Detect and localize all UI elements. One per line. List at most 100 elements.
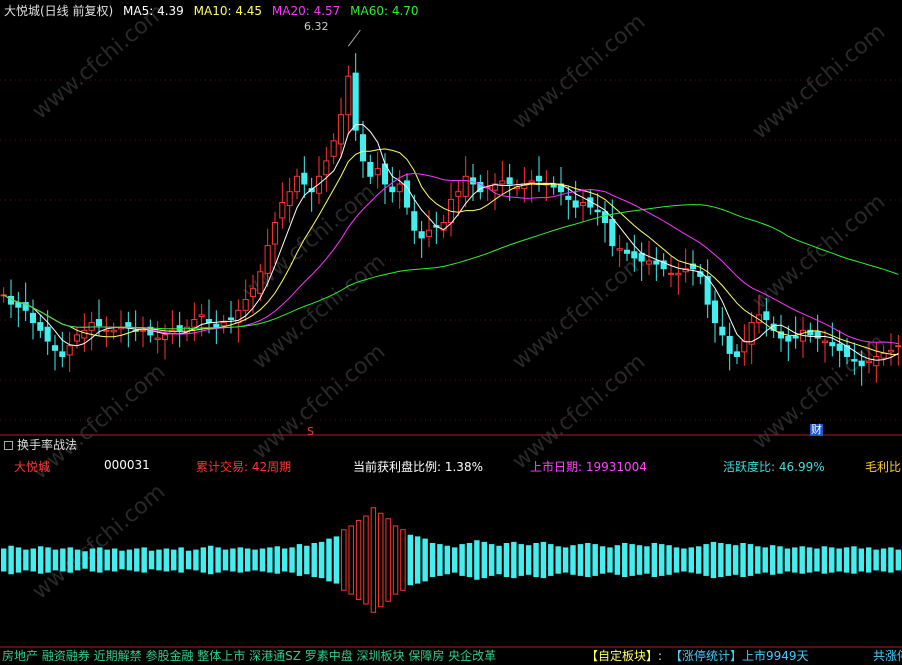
candle-body (271, 222, 279, 245)
turnover-bar (141, 547, 147, 573)
turnover-bar (134, 548, 140, 572)
candle-body (645, 260, 653, 265)
turnover-bar (281, 548, 288, 572)
indicator-title[interactable]: 换手率战法 (4, 437, 77, 453)
candle-body (711, 300, 719, 324)
turnover-bar (873, 549, 879, 571)
candle-body (535, 175, 543, 182)
watermark-text: www.cfchi.com (28, 479, 170, 604)
candle-body (139, 329, 147, 332)
candle-body (623, 249, 631, 254)
candle-body (213, 323, 220, 328)
candle-body (499, 180, 506, 185)
turnover-bar (348, 525, 354, 595)
event-marker-finance[interactable]: 财 (810, 424, 823, 436)
turnover-bar (267, 547, 273, 573)
candle-body (81, 329, 88, 339)
turnover-bar (296, 544, 303, 576)
ma5-label: MA5: 4.39 (123, 4, 184, 18)
candle-body (865, 360, 873, 364)
turnover-bar (237, 547, 244, 573)
collapse-box-icon[interactable] (4, 441, 13, 450)
candle-body (792, 335, 799, 339)
candle-body (15, 302, 22, 308)
turnover-bar (407, 534, 414, 586)
turnover-bar (880, 548, 887, 572)
custom-block-label[interactable]: 【自定板块】: (586, 648, 662, 665)
total-limit-label[interactable]: 共涨停 (873, 648, 902, 665)
candle-body (667, 272, 675, 275)
indicator-name: 换手率战法 (17, 438, 78, 452)
candle-body (653, 260, 660, 265)
stock-title[interactable]: 大悦城(日线 前复权) (4, 4, 113, 18)
candle-body (726, 335, 733, 354)
candle-body (95, 319, 103, 327)
turnover-bar (437, 544, 443, 576)
turnover-bar (474, 540, 480, 580)
turnover-bar (703, 544, 709, 576)
turnover-bar (614, 545, 621, 575)
listing-date-label: 上市日期: 19931004 (530, 460, 647, 474)
candle-body (616, 248, 623, 251)
stock-chart-window[interactable]: www.cfchi.com www.cfchi.com www.cfchi.com w… (0, 0, 902, 665)
candle-body (110, 329, 117, 333)
candle-body (205, 319, 213, 324)
candle-body (44, 326, 51, 342)
turnover-bar (496, 545, 502, 575)
candle-body (73, 334, 81, 342)
turnover-bar (355, 519, 362, 601)
candle-body (337, 114, 345, 145)
candle-body (851, 359, 858, 362)
candle-body (51, 345, 59, 351)
candle-body (403, 180, 411, 208)
candle-body (411, 211, 418, 231)
turnover-bar (533, 543, 539, 577)
chart-canvas[interactable]: www.cfchi.comwww.cfchi.comwww.cfchi.com w… (0, 0, 902, 665)
turnover-bar (444, 545, 451, 575)
turnover-bar (755, 546, 761, 574)
turnover-bar (230, 548, 236, 572)
candle-body (249, 288, 257, 297)
candle-body (264, 245, 271, 274)
candle-body (125, 322, 132, 328)
turnover-bar (599, 546, 606, 574)
turnover-bar (23, 549, 29, 571)
turnover-bar (821, 546, 828, 574)
turnover-bar (658, 544, 665, 576)
candle-body (719, 326, 726, 336)
candle-body (880, 352, 887, 359)
candle-body (161, 334, 169, 341)
turnover-bar (333, 536, 340, 584)
candle-body (821, 340, 829, 344)
turnover-bar (710, 541, 717, 579)
turnover-bar (858, 548, 865, 572)
candle-body (227, 317, 235, 321)
turnover-bar (74, 549, 81, 571)
turnover-bar (792, 547, 798, 573)
event-marker-s[interactable]: S (307, 426, 314, 438)
turnover-bar (666, 545, 672, 575)
turnover-bar (415, 536, 421, 584)
limit-stats-label[interactable]: 【涨停统计】上市9949天 (670, 648, 809, 665)
sector-tags[interactable]: 房地产 融资融券 近期解禁 参股金融 整体上市 深港通SZ 罗素中盘 深圳板块 … (2, 648, 496, 665)
turnover-bar (784, 548, 791, 572)
cum-trade-label: 累计交易: 42周期 (196, 460, 292, 474)
turnover-bar (429, 543, 436, 577)
candle-body (785, 335, 792, 342)
candle-body (887, 349, 895, 353)
turnover-bar (15, 547, 22, 573)
turnover-bar (718, 543, 724, 577)
turnover-bar (540, 541, 547, 579)
candle-body (594, 209, 601, 213)
turnover-bar (156, 549, 162, 571)
candle-body (257, 271, 264, 294)
turnover-bar (769, 545, 776, 575)
candle-body (103, 329, 110, 332)
candle-body (242, 299, 249, 311)
turnover-bar (119, 550, 125, 570)
turnover-bar (0, 548, 7, 572)
turnover-bar (222, 549, 229, 571)
turnover-bar (215, 547, 221, 573)
turnover-bar (629, 544, 635, 576)
candle-body (293, 175, 301, 193)
